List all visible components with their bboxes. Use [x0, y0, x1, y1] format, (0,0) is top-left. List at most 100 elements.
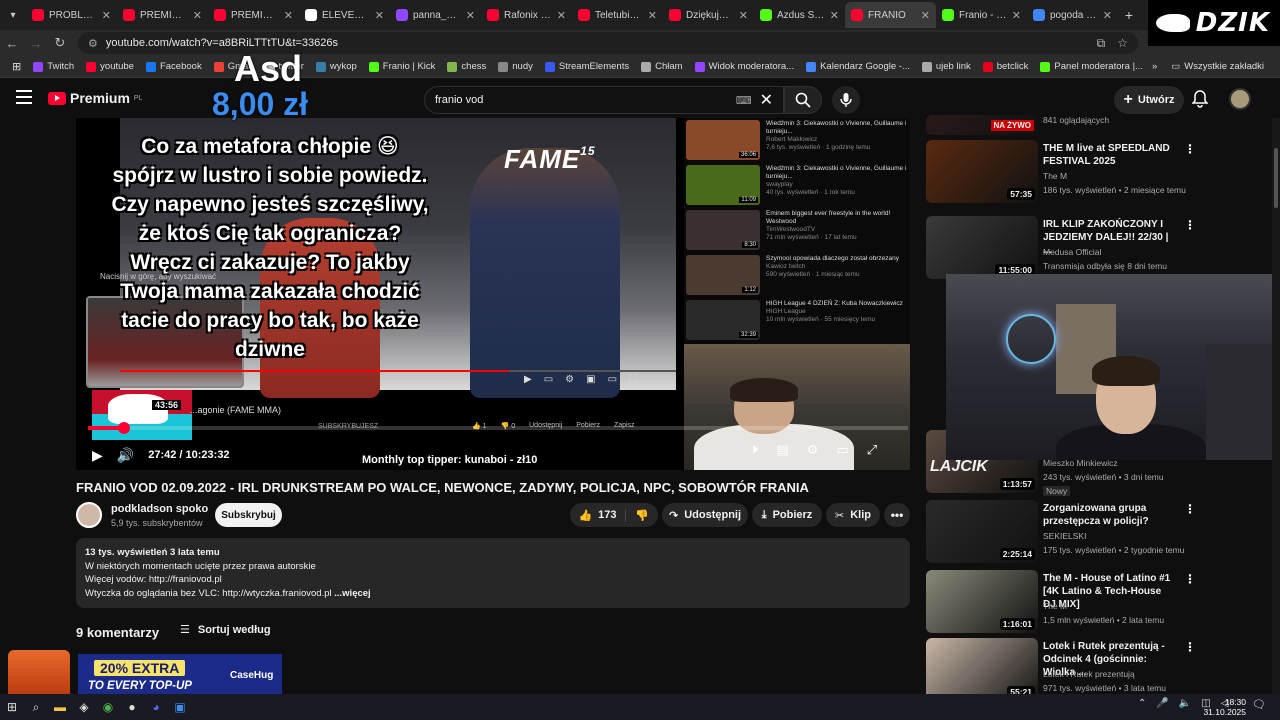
autoplay-icon[interactable]: ⏵ [752, 442, 759, 458]
windows-start-icon[interactable]: ⊞ [0, 694, 24, 720]
video-thumbnail[interactable]: 1:16:01 [926, 570, 1038, 633]
new-tab-icon[interactable]: + [1118, 7, 1140, 23]
bookmark-item[interactable]: Panel moderatora |... [1034, 61, 1149, 72]
more-options-icon[interactable]: ⋮ [1184, 218, 1196, 232]
browser-tab[interactable]: pogoda war ✕ [1027, 2, 1118, 28]
more-options-icon[interactable]: ⋮ [1184, 142, 1196, 156]
site-info-icon[interactable]: ⚙ [88, 37, 98, 50]
more-options-icon[interactable]: ⋮ [1184, 572, 1196, 586]
subscribe-button[interactable]: Subskrybuj [215, 503, 282, 527]
more-actions-button[interactable]: ••• [884, 503, 910, 527]
youtube-logo[interactable]: Premium PL [48, 90, 142, 106]
mic-tray-icon[interactable]: 🎤 [1156, 698, 1168, 709]
sort-comments-button[interactable]: ☰ Sortuj według [180, 623, 271, 637]
obs-icon[interactable]: ● [120, 694, 144, 720]
bookmark-item[interactable]: Franio | Kick [363, 61, 442, 72]
tab-close-icon[interactable]: ✕ [648, 9, 657, 22]
channel-avatar[interactable] [76, 502, 102, 528]
browser-tab[interactable]: Teletubiś pe ✕ [572, 2, 663, 28]
search-input[interactable]: franio vod ⌨ ✕ [424, 86, 784, 114]
tab-close-icon[interactable]: ✕ [102, 9, 111, 22]
app-icon[interactable]: ◈ [72, 694, 96, 720]
browser-tab[interactable]: ELEVEN SPO ✕ [299, 2, 390, 28]
tab-search-icon[interactable]: ▾ [0, 0, 26, 30]
voice-search-button[interactable] [832, 86, 860, 114]
forward-icon[interactable]: → [24, 36, 48, 51]
video-thumbnail[interactable]: 57:35 [926, 140, 1038, 203]
tab-close-icon[interactable]: ✕ [466, 9, 475, 22]
bookmark-item[interactable]: youtube [80, 61, 140, 72]
tab-close-icon[interactable]: ✕ [830, 9, 839, 22]
search-taskbar-icon[interactable]: ⌕ [24, 694, 48, 720]
browser-tab[interactable]: PREMIERA G ✕ [117, 2, 208, 28]
video-thumbnail[interactable]: 55:21 [926, 638, 1038, 701]
play-icon[interactable]: ▶ [92, 447, 103, 464]
more-options-icon[interactable]: ⋮ [1184, 502, 1196, 516]
bookmark-item[interactable]: Widok moderatora... [689, 61, 801, 72]
taskbar-clock[interactable]: 18:30 31.10.2025 [1203, 697, 1246, 717]
menu-icon[interactable] [16, 90, 32, 104]
video-thumbnail[interactable]: 2:25:14 [926, 500, 1038, 563]
bookmark-item[interactable]: nudy [492, 61, 539, 72]
browser-tab[interactable]: PROBL3M - ✕ [26, 2, 117, 28]
page-scrollbar[interactable] [1272, 118, 1280, 694]
browser-tab[interactable]: PREMIERA G ✕ [208, 2, 299, 28]
progress-bar-track[interactable] [88, 426, 908, 430]
scrubber-handle[interactable] [118, 422, 131, 434]
tab-close-icon[interactable]: ✕ [1012, 9, 1021, 22]
bookmark-item[interactable]: Kalendarz Google -... [800, 61, 916, 72]
notification-center-icon[interactable]: 🗨 [1252, 698, 1266, 711]
tab-close-icon[interactable]: ✕ [375, 9, 384, 22]
like-button[interactable]: 👍 173 [570, 508, 626, 522]
keyboard-icon[interactable]: ⌨ [736, 94, 752, 107]
tab-close-icon[interactable]: ✕ [739, 9, 748, 22]
apps-icon[interactable]: ⊞ [6, 60, 27, 73]
browser-tab[interactable]: Dziękuję Pa ✕ [663, 2, 754, 28]
recommended-video[interactable]: 57:35 THE M live at SPEEDLAND FESTIVAL 20… [924, 140, 1278, 206]
settings-icon[interactable]: ⚙ [807, 442, 819, 458]
chevron-right-icon[interactable]: » [1152, 61, 1157, 72]
bookmark-item[interactable]: Twitch [27, 61, 80, 72]
tab-close-icon[interactable]: ✕ [193, 9, 202, 22]
reload-icon[interactable]: ↻ [48, 35, 72, 51]
file-explorer-icon[interactable]: ▬ [48, 694, 72, 720]
bookmark-item[interactable]: Chłam [635, 61, 688, 72]
recommended-video[interactable]: 1:16:01 The M - House of Latino #1 [4K La… [924, 570, 1278, 636]
recommended-video[interactable]: 11:55:00 IRL KLIP ZAKOŃCZONY I JEDZIEMY D… [924, 216, 1278, 284]
chevron-up-icon[interactable]: ⌃ [1138, 698, 1146, 709]
tab-close-icon[interactable]: ✕ [284, 9, 293, 22]
share-button[interactable]: ↷ Udostępnij [662, 503, 748, 527]
chrome-icon[interactable]: ◉ [96, 694, 120, 720]
download-button[interactable]: ⤓ Pobierz [752, 503, 822, 527]
install-icon[interactable]: ⧉ [1097, 36, 1106, 51]
bookmark-item[interactable]: chess [441, 61, 492, 72]
description-box[interactable]: 13 tys. wyświetleń 3 lata temu W niektór… [76, 538, 910, 608]
video-thumbnail[interactable]: NA ŻYWO [926, 115, 1038, 135]
clip-button[interactable]: ✂ Klip [826, 503, 880, 527]
fullscreen-icon[interactable]: ⤢ [867, 442, 877, 458]
back-icon[interactable]: ← [0, 36, 24, 51]
dislike-button[interactable]: 👎 [626, 509, 658, 522]
bookmark-item[interactable]: Facebook [140, 61, 208, 72]
tab-close-icon[interactable]: ✕ [557, 9, 566, 22]
show-more-link[interactable]: ...więcej [334, 588, 370, 599]
bookmark-item[interactable]: betclick [977, 61, 1035, 72]
browser-tab[interactable]: panna_alexa ✕ [390, 2, 481, 28]
all-bookmarks-folder[interactable]: ▭ Wszystkie zakładki [1165, 61, 1270, 72]
volume-icon[interactable]: 🔊 [117, 447, 134, 464]
speaker-tray-icon[interactable]: 🔈 [1179, 698, 1191, 709]
browser-tab[interactable]: Rafonix - Prz ✕ [481, 2, 572, 28]
casehug-ad[interactable]: 20% EXTRA TO EVERY TOP-UP CaseHug [8, 650, 282, 700]
browser-tab[interactable]: FRANIO ✕ [845, 2, 936, 28]
clear-search-icon[interactable]: ✕ [760, 90, 773, 110]
search-button[interactable] [784, 86, 822, 114]
subtitles-icon[interactable]: ▤ [777, 442, 789, 458]
browser-tab[interactable]: Franio - Wat ✕ [936, 2, 1027, 28]
scrollbar-thumb[interactable] [1274, 148, 1278, 208]
bookmark-star-icon[interactable]: ☆ [1117, 36, 1128, 51]
window-icon[interactable]: ▣ [168, 694, 192, 720]
bookmark-item[interactable]: ujeb link [916, 61, 977, 72]
bookmark-item[interactable]: wykop [310, 61, 363, 72]
browser-tab[interactable]: Azdus Strea ✕ [754, 2, 845, 28]
recommended-video[interactable]: 2:25:14 Zorganizowana grupa przestępcza w… [924, 500, 1278, 566]
